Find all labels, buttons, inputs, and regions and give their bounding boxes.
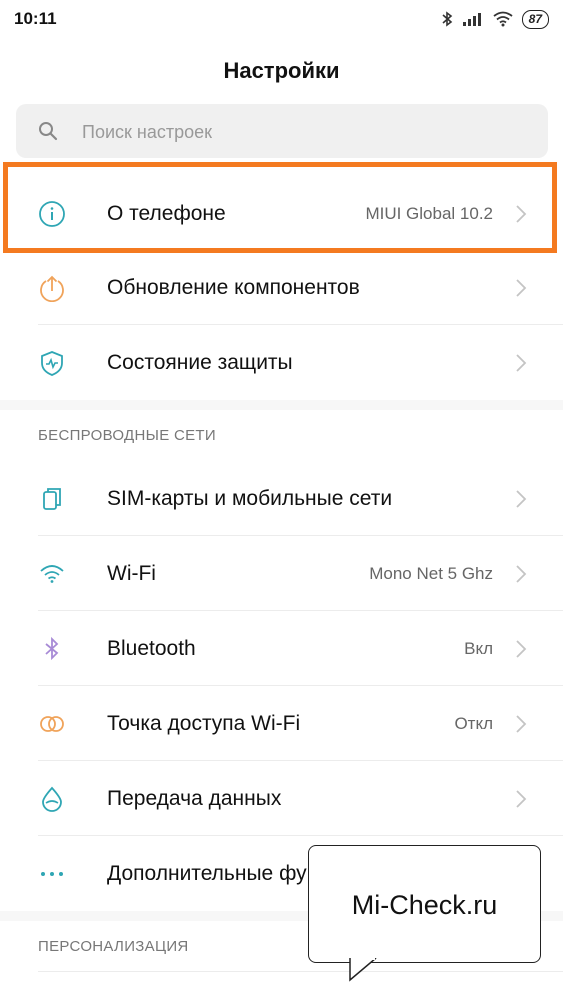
row-value: Mono Net 5 Ghz xyxy=(369,564,493,583)
section-header-personalization: ПЕРСОНАЛИЗАЦИЯ xyxy=(38,938,189,955)
wifi-icon xyxy=(40,565,64,583)
data-usage-icon xyxy=(42,786,62,812)
settings-item-hotspot[interactable]: Точка доступа Wi-Fi Откл xyxy=(0,686,563,761)
status-bar: 10:11 87 xyxy=(0,0,563,40)
highlight-box xyxy=(3,162,557,253)
settings-item-bluetooth[interactable]: Bluetooth Вкл xyxy=(0,611,563,686)
settings-item-data-usage[interactable]: Передача данных xyxy=(0,761,563,836)
chevron-right-icon xyxy=(516,279,527,297)
chevron-right-icon xyxy=(516,565,527,583)
row-value: Откл xyxy=(454,714,493,733)
row-label: Bluetooth xyxy=(107,637,196,660)
callout-bubble: Mi-Check.ru xyxy=(308,845,541,963)
chevron-right-icon xyxy=(516,640,527,658)
battery-indicator: 87 xyxy=(521,9,549,29)
row-value: Вкл xyxy=(464,639,493,658)
row-label: Передача данных xyxy=(107,787,282,810)
section-separator xyxy=(0,400,563,410)
wifi-status-icon xyxy=(493,11,513,27)
bluetooth-icon xyxy=(45,636,59,661)
settings-item-sim-cards[interactable]: SIM-карты и мобильные сети xyxy=(0,461,563,536)
row-label: Обновление компонентов xyxy=(107,276,360,299)
settings-item-wifi[interactable]: Wi-Fi Mono Net 5 Ghz xyxy=(0,536,563,611)
search-bar[interactable] xyxy=(16,104,548,160)
settings-item-security-status[interactable]: Состояние защиты xyxy=(0,325,563,400)
page-title: Настройки xyxy=(223,58,340,83)
chevron-right-icon xyxy=(516,490,527,508)
row-label: Wi-Fi xyxy=(107,562,156,585)
row-label: SIM-карты и мобильные сети xyxy=(107,487,393,510)
section-header-wireless: БЕСПРОВОДНЫЕ СЕТИ xyxy=(38,427,216,444)
chevron-right-icon xyxy=(516,354,527,372)
signal-icon xyxy=(462,13,481,26)
search-input[interactable] xyxy=(80,104,524,160)
row-label: Состояние защиты xyxy=(107,351,293,374)
chevron-right-icon xyxy=(516,715,527,733)
update-icon xyxy=(40,275,64,302)
settings-item-component-updates[interactable]: Обновление компонентов xyxy=(0,250,563,325)
status-icons: 87 xyxy=(441,8,549,30)
row-label: Точка доступа Wi-Fi xyxy=(107,712,301,735)
callout-tail xyxy=(349,958,377,982)
divider xyxy=(38,971,563,972)
chevron-right-icon xyxy=(516,790,527,808)
callout-text: Mi-Check.ru xyxy=(351,890,498,920)
more-dots-icon xyxy=(41,872,63,876)
bluetooth-status-icon xyxy=(442,11,452,27)
sim-icon xyxy=(43,488,61,510)
shield-icon xyxy=(41,351,63,376)
search-icon xyxy=(39,122,58,141)
status-time: 10:11 xyxy=(14,9,57,28)
hotspot-icon xyxy=(40,716,64,732)
